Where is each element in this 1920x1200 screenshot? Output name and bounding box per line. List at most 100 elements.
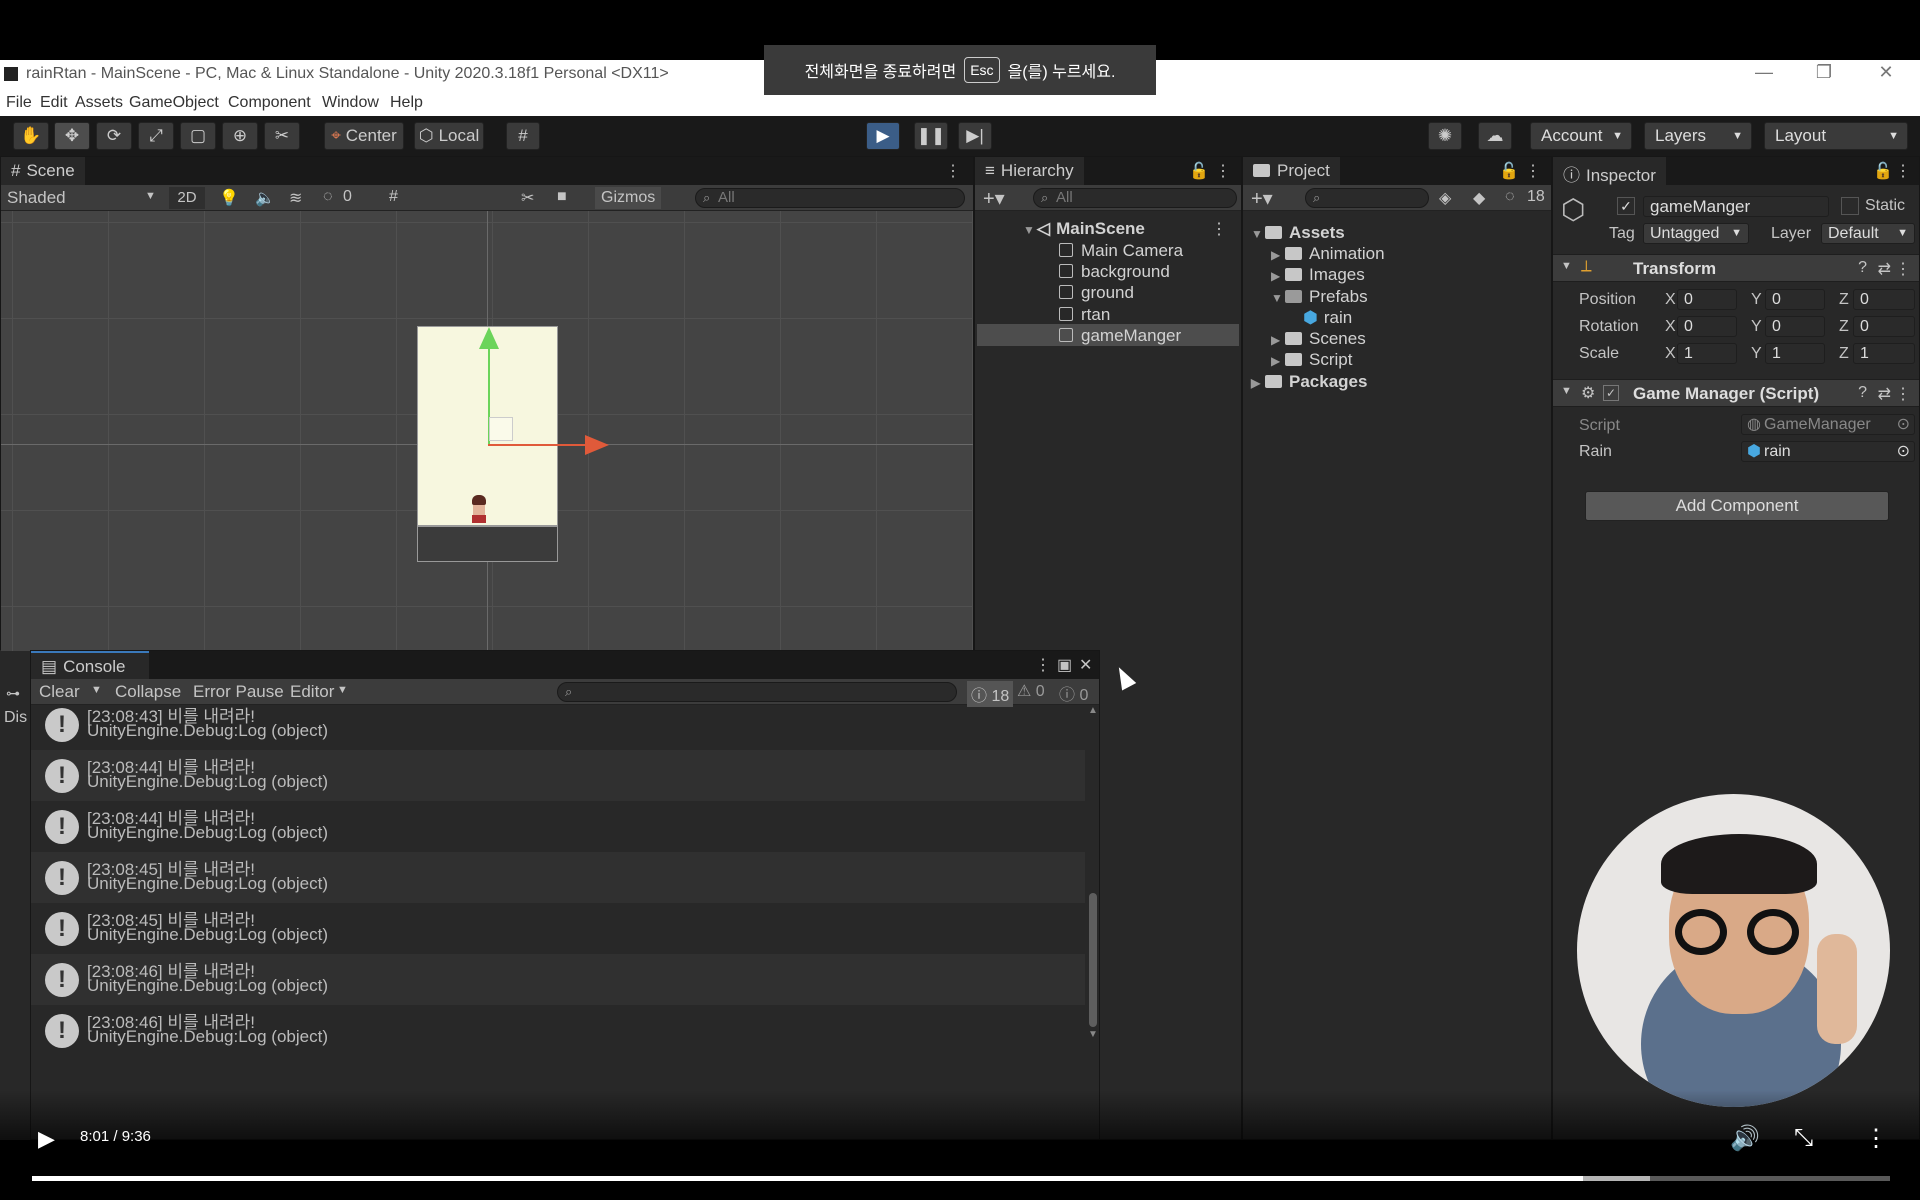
more-options-icon[interactable]: ⋮ bbox=[945, 161, 961, 181]
project-folder-prefabs[interactable]: ▼ Prefabs bbox=[1271, 287, 1368, 307]
more-options-icon[interactable]: ⋮ bbox=[1864, 1124, 1888, 1153]
more-options-icon[interactable]: ⋮ bbox=[1895, 259, 1911, 279]
more-options-icon[interactable]: ⋮ bbox=[1895, 161, 1911, 181]
tab-console[interactable]: ▤ Console bbox=[31, 651, 149, 679]
layout-dropdown[interactable]: Layout ▼ bbox=[1764, 122, 1908, 150]
collab-icon[interactable]: ✺ bbox=[1428, 122, 1462, 150]
custom-tool-icon[interactable]: ✂ bbox=[264, 122, 300, 150]
console-log-row[interactable]: ! [23:08:44] 비를 내려라! UnityEngine.Debug:Log… bbox=[31, 801, 1085, 852]
preset-icon[interactable]: ⇄ bbox=[1878, 259, 1891, 279]
gizmos-dropdown[interactable]: Gizmos bbox=[595, 187, 662, 209]
play-button[interactable]: ▶ bbox=[866, 122, 900, 150]
pause-button[interactable]: ❚❚ bbox=[914, 122, 948, 150]
tools-icon[interactable]: ✂ bbox=[521, 188, 534, 208]
position-y-field[interactable]: 0 bbox=[1765, 289, 1825, 310]
tab-scene[interactable]: # Scene bbox=[1, 157, 85, 185]
clear-options-icon[interactable]: ▼ bbox=[91, 684, 102, 696]
move-tool-icon[interactable]: ✥ bbox=[54, 122, 90, 150]
ground-sprite[interactable] bbox=[417, 526, 558, 562]
maximize-icon[interactable]: ▣ bbox=[1057, 655, 1072, 675]
project-folder-script[interactable]: ▶ Script bbox=[1271, 350, 1352, 370]
x-axis-gizmo[interactable] bbox=[488, 444, 588, 446]
rotation-y-field[interactable]: 0 bbox=[1765, 316, 1825, 337]
close-icon[interactable]: ✕ bbox=[1079, 655, 1092, 675]
project-folder-animation[interactable]: ▶ Animation bbox=[1271, 244, 1385, 264]
console-search-input[interactable] bbox=[557, 682, 957, 702]
menu-component[interactable]: Component bbox=[228, 94, 311, 112]
console-log-row[interactable]: ! [23:08:45] 비를 내려라! UnityEngine.Debug:Log… bbox=[31, 852, 1085, 903]
hierarchy-item[interactable]: ground bbox=[1059, 283, 1134, 303]
layer-dropdown[interactable]: Default ▼ bbox=[1821, 223, 1915, 244]
game-tab-edge[interactable]: ⊶ Dis bbox=[0, 683, 30, 727]
shading-mode-dropdown[interactable]: Shaded bbox=[7, 188, 66, 208]
layers-dropdown[interactable]: Layers ▼ bbox=[1644, 122, 1752, 150]
scrollbar-thumb[interactable] bbox=[1089, 893, 1097, 1027]
hidden-packages-icon[interactable]: ◌ bbox=[1505, 188, 1515, 206]
menu-window[interactable]: Window bbox=[322, 94, 379, 112]
lighting-icon[interactable]: 💡 bbox=[219, 188, 239, 208]
transform-tool-icon[interactable]: ⊕ bbox=[222, 122, 258, 150]
rain-object-field[interactable]: ⬢ rain ⊙ bbox=[1741, 441, 1915, 462]
collapse-button[interactable]: Collapse bbox=[115, 682, 181, 702]
hierarchy-item[interactable]: background bbox=[1059, 262, 1170, 282]
more-options-icon[interactable]: ⋮ bbox=[1211, 219, 1227, 239]
object-name-field[interactable]: gameManger bbox=[1643, 196, 1829, 217]
audio-icon[interactable]: 🔈 bbox=[255, 188, 275, 208]
tab-project[interactable]: Project bbox=[1243, 157, 1340, 185]
console-log-row[interactable]: ! [23:08:44] 비를 내려라! UnityEngine.Debug:Log… bbox=[31, 750, 1085, 801]
account-dropdown[interactable]: Account ▼ bbox=[1530, 122, 1632, 150]
console-log-row[interactable]: ! [23:08:46] 비를 내려라! UnityEngine.Debug:Log… bbox=[31, 954, 1085, 1005]
console-log-row[interactable]: ! [23:08:43] 비를 내려라! UnityEngine.Debug:Log… bbox=[31, 705, 1085, 750]
rotation-x-field[interactable]: 0 bbox=[1677, 316, 1737, 337]
error-pause-button[interactable]: Error Pause bbox=[193, 682, 284, 702]
project-folder-images[interactable]: ▶ Images bbox=[1271, 265, 1365, 285]
object-picker-icon[interactable]: ⊙ bbox=[1897, 442, 1910, 461]
hierarchy-scene-row[interactable]: ▼ ◁ MainScene bbox=[1023, 219, 1145, 239]
hierarchy-item[interactable]: rtan bbox=[1059, 305, 1110, 325]
effects-icon[interactable]: ≋ bbox=[289, 188, 302, 208]
grid-snap-icon[interactable]: # bbox=[506, 122, 540, 150]
grid-icon[interactable]: # bbox=[389, 188, 398, 206]
project-folder-assets[interactable]: ▼ Assets bbox=[1251, 223, 1345, 243]
log-filter-toggle[interactable]: ⓘ 18 bbox=[967, 681, 1014, 707]
menu-gameobject[interactable]: GameObject bbox=[129, 94, 219, 112]
rotate-tool-icon[interactable]: ⟳ bbox=[96, 122, 132, 150]
space-local-toggle[interactable]: ⬡ Local bbox=[414, 122, 484, 150]
preset-icon[interactable]: ⇄ bbox=[1878, 384, 1891, 404]
close-window-button[interactable]: ✕ bbox=[1866, 62, 1906, 88]
x-arrow-icon[interactable] bbox=[585, 435, 609, 455]
script-component-header[interactable]: ▼ ⚙ ✓ Game Manager (Script) ? ⇄ ⋮ bbox=[1553, 379, 1919, 407]
scale-y-field[interactable]: 1 bbox=[1765, 343, 1825, 364]
hierarchy-item[interactable]: Main Camera bbox=[1059, 241, 1183, 261]
hierarchy-search-input[interactable]: All bbox=[1033, 188, 1237, 208]
scene-viewport[interactable] bbox=[1, 211, 973, 651]
project-folder-scenes[interactable]: ▶ Scenes bbox=[1271, 329, 1366, 349]
rotation-z-field[interactable]: 0 bbox=[1853, 316, 1915, 337]
position-x-field[interactable]: 0 bbox=[1677, 289, 1737, 310]
menu-help[interactable]: Help bbox=[390, 94, 423, 112]
exit-fullscreen-icon[interactable]: ⤡ bbox=[1794, 1124, 1813, 1152]
video-player[interactable]: rainRtan - MainScene - PC, Mac & Linux S… bbox=[0, 0, 1920, 1200]
camera-icon[interactable]: ■ bbox=[557, 188, 567, 206]
scroll-up-icon[interactable]: ▲ bbox=[1088, 705, 1098, 716]
project-folder-packages[interactable]: ▶ Packages bbox=[1251, 372, 1367, 392]
filter-type-icon[interactable]: ◈ bbox=[1439, 188, 1451, 208]
warning-filter-toggle[interactable]: ⚠ 0 bbox=[1017, 681, 1045, 701]
toggle-2d-button[interactable]: 2D bbox=[169, 187, 205, 209]
transform-header[interactable]: ▼ ⟂ Transform ? ⇄ ⋮ bbox=[1553, 254, 1919, 282]
help-icon[interactable]: ? bbox=[1858, 384, 1867, 402]
more-options-icon[interactable]: ⋮ bbox=[1525, 161, 1541, 181]
scroll-down-icon[interactable]: ▼ bbox=[1088, 1029, 1098, 1040]
active-checkbox[interactable]: ✓ bbox=[1617, 197, 1635, 215]
more-options-icon[interactable]: ⋮ bbox=[1035, 655, 1051, 675]
console-log-row[interactable]: ! [23:08:45] 비를 내려라! UnityEngine.Debug:Log… bbox=[31, 903, 1085, 954]
static-checkbox[interactable] bbox=[1841, 197, 1859, 215]
console-log-row[interactable]: ! [23:08:46] 비를 내려라! UnityEngine.Debug:Log… bbox=[31, 1005, 1085, 1056]
add-icon[interactable]: +▾ bbox=[1251, 186, 1273, 211]
scale-x-field[interactable]: 1 bbox=[1677, 343, 1737, 364]
visibility-icon[interactable]: ◌ bbox=[323, 188, 333, 206]
position-z-field[interactable]: 0 bbox=[1853, 289, 1915, 310]
tag-dropdown[interactable]: Untagged ▼ bbox=[1643, 223, 1749, 244]
more-options-icon[interactable]: ⋮ bbox=[1895, 384, 1911, 404]
component-enabled-checkbox[interactable]: ✓ bbox=[1603, 385, 1619, 401]
